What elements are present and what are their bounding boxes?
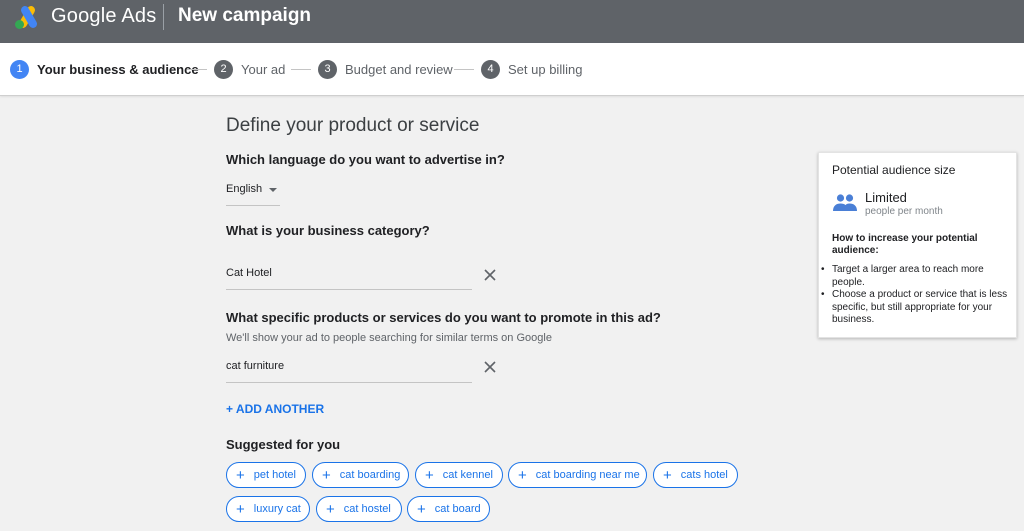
suggestion-chip[interactable]: + pet hotel xyxy=(226,462,306,488)
tip-item: Target a larger area to reach more peopl… xyxy=(821,264,1008,289)
plus-icon: + xyxy=(236,466,245,484)
business-category-input[interactable]: Cat Hotel xyxy=(226,267,472,290)
plus-icon: + xyxy=(518,466,527,484)
potential-audience-card: Potential audience size Limited people p… xyxy=(818,152,1017,338)
step-number: 3 xyxy=(318,59,337,79)
step-billing[interactable]: 4 Set up billing xyxy=(481,59,582,79)
suggestion-label: cat hostel xyxy=(343,503,391,515)
plus-icon: + xyxy=(236,500,245,518)
suggestion-chip[interactable]: + cat boarding near me xyxy=(508,462,647,488)
suggestion-label: pet hotel xyxy=(253,469,296,481)
language-select[interactable]: English xyxy=(226,183,280,206)
suggestion-label: cat boarding xyxy=(339,469,401,481)
product-service-input[interactable]: cat furniture xyxy=(226,360,472,383)
suggestion-chip[interactable]: + cat board xyxy=(407,496,490,522)
topbar-divider xyxy=(163,4,164,30)
audience-card-title: Potential audience size xyxy=(832,163,956,177)
google-ads-logo-icon[interactable] xyxy=(14,4,42,30)
suggestion-chip[interactable]: + luxury cat xyxy=(226,496,310,522)
category-question: What is your business category? xyxy=(226,223,430,238)
add-another-button[interactable]: + ADD ANOTHER xyxy=(226,402,324,416)
audience-level: Limited xyxy=(865,190,907,205)
products-hint: We'll show your ad to people searching f… xyxy=(226,332,552,344)
step-your-ad[interactable]: 2 Your ad xyxy=(214,59,285,79)
suggestion-chip[interactable]: + cat hostel xyxy=(316,496,402,522)
plus-icon: + xyxy=(326,500,335,518)
step-business-audience[interactable]: 1 Your business & audience xyxy=(10,59,199,79)
suggestion-label: cat board xyxy=(434,503,481,515)
step-budget-review[interactable]: 3 Budget and review xyxy=(318,59,453,79)
step-label: Set up billing xyxy=(508,61,583,77)
suggestion-chip[interactable]: + cat boarding xyxy=(312,462,409,488)
suggestion-label: luxury cat xyxy=(253,503,301,515)
plus-icon: + xyxy=(425,466,434,484)
step-label: Your ad xyxy=(241,61,286,77)
step-label: Budget and review xyxy=(345,61,453,77)
clear-category-icon[interactable] xyxy=(482,267,498,283)
step-connector xyxy=(291,69,311,70)
dropdown-caret-icon xyxy=(269,188,278,192)
step-number: 1 xyxy=(10,59,29,79)
suggested-heading: Suggested for you xyxy=(226,437,341,452)
section-title: Define your product or service xyxy=(226,115,480,136)
language-question: Which language do you want to advertise … xyxy=(226,152,505,167)
campaign-stepper: 1 Your business & audience 2 Your ad 3 B… xyxy=(0,43,1024,96)
suggestion-label: cats hotel xyxy=(680,469,728,481)
step-connector xyxy=(454,69,474,70)
step-number: 2 xyxy=(214,59,233,79)
plus-icon: + xyxy=(663,466,672,484)
tips-heading: How to increase your potential audience: xyxy=(832,233,978,256)
plus-icon: + xyxy=(417,500,426,518)
suggestion-label: cat boarding near me xyxy=(535,469,640,481)
tip-item: Choose a product or service that is less… xyxy=(821,289,1008,327)
brand-name: Google Ads xyxy=(51,5,157,27)
tips-list: Target a larger area to reach more peopl… xyxy=(821,264,1008,327)
top-app-bar: Google Ads New campaign xyxy=(0,0,1024,43)
suggestion-chip[interactable]: + cats hotel xyxy=(653,462,738,488)
step-label: Your business & audience xyxy=(37,61,199,77)
step-number: 4 xyxy=(481,59,500,79)
suggestion-label: cat kennel xyxy=(442,469,493,481)
step-connector xyxy=(187,69,207,70)
suggestion-chip[interactable]: + cat kennel xyxy=(415,462,503,488)
products-question: What specific products or services do yo… xyxy=(226,310,661,325)
page-title: New campaign xyxy=(178,5,312,26)
audience-unit: people per month xyxy=(865,206,943,217)
language-selected-value: English xyxy=(226,183,263,195)
plus-icon: + xyxy=(322,466,331,484)
clear-product-icon[interactable] xyxy=(482,359,498,375)
people-icon xyxy=(833,194,857,211)
